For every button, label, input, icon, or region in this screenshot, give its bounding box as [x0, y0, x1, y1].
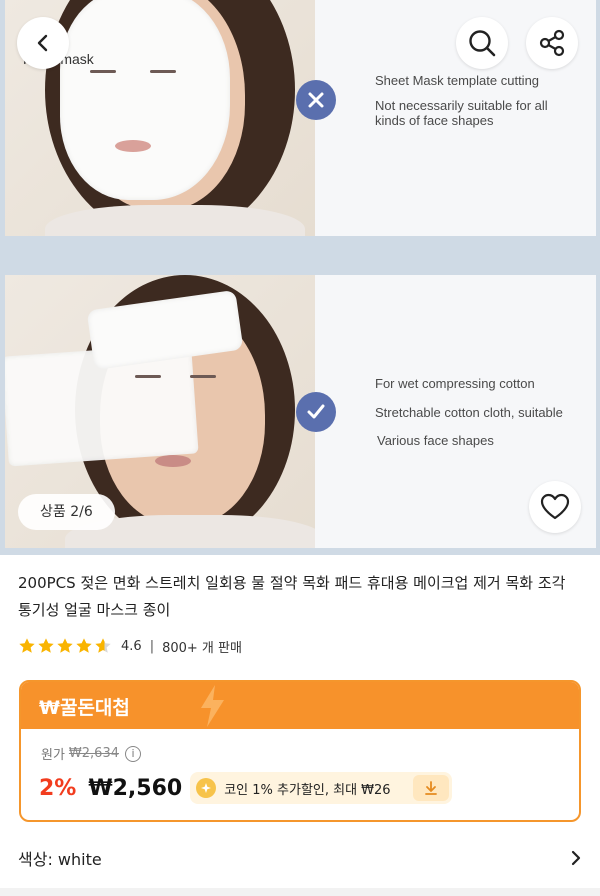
- color-option-label: 색상: white: [18, 850, 102, 869]
- divider: |: [149, 638, 155, 654]
- star-half-icon: [95, 638, 111, 653]
- x-badge: [296, 80, 336, 120]
- deal-label: ₩꿀돈대첩: [39, 697, 130, 719]
- original-price: ₩2,634: [68, 746, 119, 761]
- download-icon: [425, 781, 438, 795]
- heart-icon: [540, 493, 570, 520]
- back-button[interactable]: [17, 17, 69, 69]
- image-counter: 상품 2/6: [18, 494, 115, 530]
- deal-header: ₩꿀돈대첩: [21, 682, 579, 729]
- coin-icon: [196, 778, 217, 798]
- product-title: 200PCS 젖은 면화 스트레치 일회용 물 절약 목화 패드 휴대용 메이크…: [18, 574, 566, 619]
- search-button[interactable]: [456, 17, 508, 69]
- section-divider: [0, 888, 600, 896]
- sold-count: 800+ 개 판매: [162, 640, 242, 656]
- coin-discount-text: 코인 1% 추가할인, 최대 ₩26: [224, 782, 391, 798]
- star-icon: [57, 638, 73, 653]
- caption-line: Sheet Mask template cutting: [375, 73, 540, 88]
- caption-line: Not necessarily suitable for all: [375, 98, 548, 113]
- share-icon: [539, 29, 565, 57]
- gallery-image-1: Flaky mask Sheet Mask template cutting N…: [5, 0, 596, 236]
- x-icon: [308, 92, 324, 108]
- rating-value: 4.6: [121, 638, 142, 654]
- sale-price: ₩2,560: [88, 775, 183, 801]
- star-icon: [38, 638, 54, 653]
- check-badge: [296, 392, 336, 432]
- deal-box[interactable]: ₩꿀돈대첩 원가 ₩2,634 i 2% ₩2,560 코인 1% 추가할인, …: [19, 680, 581, 822]
- check-icon: [307, 404, 325, 419]
- original-price-label: 원가: [41, 748, 65, 763]
- caption-line: Various face shapes: [377, 433, 494, 448]
- wishlist-button[interactable]: [529, 481, 581, 533]
- back-icon: [37, 34, 48, 52]
- chevron-right-icon: [571, 850, 581, 866]
- caption-title: For wet compressing cotton: [375, 376, 535, 391]
- star-icon: [76, 638, 92, 653]
- download-coupon-button[interactable]: [413, 775, 450, 801]
- search-icon: [469, 30, 496, 57]
- caption-line: kinds of face shapes: [375, 113, 494, 128]
- coin-discount-box[interactable]: 코인 1% 추가할인, 최대 ₩26: [190, 772, 453, 804]
- rating-row[interactable]: 4.6 | 800+ 개 판매: [18, 636, 242, 656]
- image-gallery[interactable]: Flaky mask Sheet Mask template cutting N…: [0, 0, 600, 555]
- lightning-icon: [201, 685, 224, 727]
- caption-line: Stretchable cotton cloth, suitable: [375, 405, 563, 420]
- color-option-row[interactable]: 색상: white: [18, 844, 583, 872]
- price-row: 2% ₩2,560 코인 1% 추가할인, 최대 ₩26: [39, 772, 453, 804]
- original-price-row: 원가 ₩2,634 i: [41, 744, 141, 763]
- info-icon[interactable]: i: [125, 745, 141, 762]
- star-icon: [19, 638, 35, 653]
- discount-percent: 2%: [39, 775, 77, 801]
- share-button[interactable]: [526, 17, 578, 69]
